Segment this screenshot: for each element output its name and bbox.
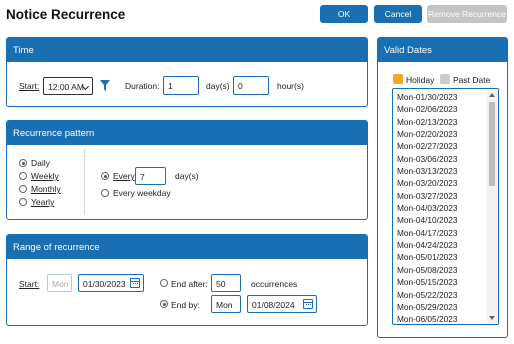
holiday-swatch bbox=[393, 74, 403, 84]
every-days-radio[interactable] bbox=[101, 172, 109, 180]
pattern-divider bbox=[84, 149, 85, 215]
calendar-icon[interactable] bbox=[130, 278, 140, 288]
range-panel-header: Range of recurrence bbox=[7, 235, 367, 259]
date-list-item[interactable]: Mon-04/03/2023 bbox=[393, 202, 498, 214]
end-by-date-input[interactable]: 01/08/2024 bbox=[247, 295, 317, 313]
recurrence-pattern-panel: Recurrence pattern Daily Weekly Monthly … bbox=[6, 120, 368, 220]
duration-label-text: Duration: bbox=[125, 81, 160, 91]
valid-dates-items: Mon-01/30/2023 Mon-02/06/2023 Mon-02/13/20… bbox=[393, 89, 498, 324]
duration-days-input[interactable]: 1 bbox=[163, 76, 199, 95]
yearly-label: Yearly bbox=[31, 197, 55, 207]
end-by-day: Mon bbox=[211, 295, 241, 313]
filter-icon[interactable] bbox=[100, 80, 110, 91]
date-list-item[interactable]: Mon-04/24/2023 bbox=[393, 239, 498, 251]
hours-unit-label: hour(s) bbox=[277, 81, 304, 91]
date-list-item[interactable]: Mon-05/08/2023 bbox=[393, 264, 498, 276]
weekly-label: Weekly bbox=[31, 171, 59, 181]
start-time-select[interactable]: 12:00 AM bbox=[43, 77, 93, 95]
days-unit-label: day(s) bbox=[206, 81, 230, 91]
date-list-item[interactable]: Mon-05/22/2023 bbox=[393, 289, 498, 301]
date-list-item[interactable]: Mon-02/13/2023 bbox=[393, 116, 498, 128]
date-list-item[interactable]: Mon-05/01/2023 bbox=[393, 251, 498, 263]
past-date-legend-label: Past Date bbox=[453, 75, 491, 85]
cancel-button[interactable]: Cancel bbox=[374, 5, 422, 23]
calendar-icon[interactable] bbox=[303, 299, 313, 309]
every-days-unit: day(s) bbox=[175, 171, 199, 181]
time-panel: Time Start: 12:00 AM Duration: 1 day(s) … bbox=[6, 37, 368, 107]
scroll-down-icon[interactable] bbox=[489, 316, 495, 320]
date-list-item[interactable]: Mon-03/13/2023 bbox=[393, 165, 498, 177]
ok-button[interactable]: OK bbox=[320, 5, 368, 23]
date-list-item[interactable]: Mon-04/10/2023 bbox=[393, 214, 498, 226]
occurrences-label: occurrences bbox=[251, 279, 298, 289]
scroll-up-icon[interactable] bbox=[489, 93, 495, 97]
end-by-radio[interactable] bbox=[160, 300, 168, 308]
every-label: Every bbox=[113, 171, 135, 181]
duration-label: Duration: bbox=[125, 81, 160, 91]
past-date-swatch bbox=[440, 74, 450, 84]
every-weekday-label: Every weekday bbox=[113, 188, 171, 198]
time-panel-header: Time bbox=[7, 38, 367, 62]
end-after-input[interactable]: 50 bbox=[211, 274, 241, 292]
range-start-day: Mon bbox=[47, 274, 72, 292]
dialog-title: Notice Recurrence bbox=[6, 7, 126, 22]
end-after-radio[interactable] bbox=[160, 279, 168, 287]
date-list-item[interactable]: Mon-06/05/2023 bbox=[393, 313, 498, 324]
date-list-item[interactable]: Mon-03/20/2023 bbox=[393, 177, 498, 189]
daily-label: Daily bbox=[31, 158, 50, 168]
start-time-label: Start: bbox=[19, 81, 40, 91]
range-panel: Range of recurrence Start: Mon 01/30/202… bbox=[6, 234, 368, 326]
start-time-value: 12:00 AM bbox=[48, 82, 84, 92]
duration-hours-input[interactable]: 0 bbox=[233, 76, 269, 95]
yearly-radio[interactable] bbox=[19, 198, 27, 206]
recurrence-pattern-header: Recurrence pattern bbox=[7, 121, 367, 145]
valid-dates-header: Valid Dates bbox=[378, 38, 507, 62]
every-weekday-radio[interactable] bbox=[101, 189, 109, 197]
date-list-item[interactable]: Mon-05/15/2023 bbox=[393, 276, 498, 288]
weekly-radio[interactable] bbox=[19, 172, 27, 180]
monthly-radio[interactable] bbox=[19, 185, 27, 193]
range-start-label: Start: bbox=[19, 279, 40, 289]
holiday-legend-label: Holiday bbox=[406, 75, 435, 85]
range-start-date-input[interactable]: 01/30/2023 bbox=[78, 274, 144, 292]
range-start-date-value: 01/30/2023 bbox=[83, 279, 126, 289]
date-list-item[interactable]: Mon-03/27/2023 bbox=[393, 190, 498, 202]
every-days-input[interactable]: 7 bbox=[135, 167, 166, 185]
daily-radio[interactable] bbox=[19, 159, 27, 167]
scrollbar-thumb[interactable] bbox=[489, 102, 495, 186]
date-list-item[interactable]: Mon-04/17/2023 bbox=[393, 227, 498, 239]
end-after-label: End after: bbox=[171, 279, 208, 289]
date-list-item[interactable]: Mon-02/27/2023 bbox=[393, 140, 498, 152]
end-by-date-value: 01/08/2024 bbox=[252, 300, 295, 310]
scrollbar[interactable] bbox=[487, 90, 497, 323]
valid-dates-list[interactable]: Mon-01/30/2023 Mon-02/06/2023 Mon-02/13/20… bbox=[392, 88, 499, 325]
date-list-item[interactable]: Mon-02/20/2023 bbox=[393, 128, 498, 140]
date-list-item[interactable]: Mon-05/29/2023 bbox=[393, 301, 498, 313]
date-list-item[interactable]: Mon-03/06/2023 bbox=[393, 153, 498, 165]
remove-recurrence-button[interactable]: Remove Recurrence bbox=[427, 5, 507, 23]
monthly-label: Monthly bbox=[31, 184, 61, 194]
end-by-label: End by: bbox=[171, 300, 200, 310]
date-list-item[interactable]: Mon-02/06/2023 bbox=[393, 103, 498, 115]
date-list-item[interactable]: Mon-01/30/2023 bbox=[393, 91, 498, 103]
